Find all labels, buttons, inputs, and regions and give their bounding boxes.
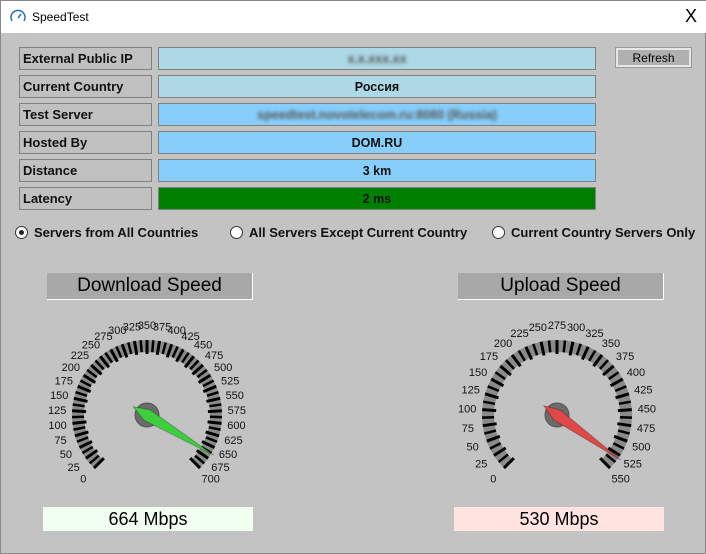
upload-needle — [542, 404, 622, 461]
gauge-tick-label: 225 — [510, 328, 528, 340]
gauge-tick-label: 525 — [221, 376, 239, 388]
gauge-tick — [547, 340, 552, 353]
upload-speed-header: Upload Speed — [458, 273, 664, 300]
download-result: 664 Mbps — [43, 507, 253, 531]
gauge-tick-label: 425 — [634, 385, 652, 397]
info-value: 2 ms — [158, 187, 596, 210]
gauge-tick — [482, 422, 497, 428]
gauge-tick-label: 500 — [214, 362, 232, 374]
gauge-tick — [72, 403, 85, 408]
window-title: SpeedTest — [32, 10, 89, 24]
radio-indicator[interactable] — [492, 226, 505, 239]
info-value-text: DOM.RU — [351, 136, 403, 150]
info-value: 3 km — [158, 159, 596, 182]
title-bar: SpeedTest X — [1, 1, 706, 33]
radio-except-current[interactable]: All Servers Except Current Country — [230, 225, 467, 240]
gauge-tick-label: 600 — [227, 420, 245, 432]
radio-indicator[interactable] — [15, 226, 28, 239]
gauge-tick-label: 150 — [50, 390, 68, 402]
gauge-tick-label: 125 — [461, 385, 479, 397]
download-gauge: 0255075100125150175200225250275300325350… — [48, 320, 246, 486]
gauge-tick — [72, 409, 87, 414]
radio-indicator[interactable] — [230, 226, 243, 239]
gauge-tick — [72, 420, 87, 425]
info-label: External Public IP — [19, 47, 152, 70]
gauge-tick — [209, 403, 222, 408]
speedometer-icon — [10, 9, 26, 22]
gauge-tick-label: 700 — [201, 474, 219, 486]
gauge-tick-label: 0 — [80, 474, 86, 486]
info-value: Россия — [158, 75, 596, 98]
radio-current-only[interactable]: Current Country Servers Only — [492, 225, 695, 240]
gauge-tick-label: 150 — [469, 367, 487, 379]
gauge-tick — [617, 422, 632, 428]
gauge-tick-label: 175 — [55, 376, 73, 388]
gauge-tick — [617, 408, 632, 413]
info-value-text: 3 km — [362, 164, 392, 178]
info-value: speedtest.novotelecom.ru:8080 (Russia) — [158, 103, 596, 126]
info-value-text: x.x.xxx.xx — [347, 52, 407, 66]
gauge-tick-label: 575 — [228, 405, 246, 417]
gauge-tick-label: 675 — [211, 462, 229, 474]
upload-gauge: 0255075100125150175200225250 275 300325350… — [458, 320, 656, 486]
gauge-tick-label: 550 — [226, 390, 244, 402]
info-label: Latency — [19, 187, 152, 210]
gauge-tick-label: 550 — [611, 474, 629, 486]
gauge-tick-label: 25 — [67, 462, 79, 474]
info-value: x.x.xxx.xx — [158, 47, 596, 70]
info-label: Hosted By — [19, 131, 152, 154]
gauge-tick-label: 525 — [624, 459, 642, 471]
gauge-tick — [139, 340, 143, 353]
upload-result: 530 Mbps — [454, 507, 664, 531]
gauge-tick-label: 250 — [529, 322, 547, 334]
gauge-tick — [207, 409, 222, 414]
gauge-tick-label: 100 — [458, 404, 476, 416]
gauge-tick-label: 50 — [60, 449, 72, 461]
gauge-tick-label: 75 — [54, 435, 66, 447]
gauge-tick — [482, 408, 497, 413]
gauge-tick-label: 475 — [637, 423, 655, 435]
gauge-tick-label: 275 — [548, 320, 566, 332]
info-value-text: 2 ms — [362, 192, 392, 206]
download-speed-header: Download Speed — [47, 273, 253, 300]
gauge-tick-label: 300 — [567, 322, 585, 334]
gauge-tick-label: 175 — [480, 351, 498, 363]
gauge-tick-label: 625 — [224, 435, 242, 447]
gauge-tick-label: 25 — [475, 459, 487, 471]
info-label: Distance — [19, 159, 152, 182]
info-label: Test Server — [19, 103, 152, 126]
gauge-tick-label: 650 — [219, 449, 237, 461]
info-label: Current Country — [19, 75, 152, 98]
gauge-tick-label: 400 — [627, 367, 645, 379]
info-value: DOM.RU — [158, 131, 596, 154]
radio-label: Current Country Servers Only — [511, 225, 696, 240]
radio-all-countries[interactable]: Servers from All Countries — [15, 225, 198, 240]
gauge-tick-label: 350 — [602, 338, 620, 350]
gauge-tick-label: 0 — [490, 474, 496, 486]
gauge-tick-label: 500 — [632, 441, 650, 453]
refresh-button[interactable]: Refresh — [615, 47, 692, 68]
radio-label: Servers from All Countries — [34, 225, 199, 240]
gauge-tick-label: 225 — [71, 350, 89, 362]
gauge-tick — [207, 420, 222, 425]
gauge-tick-label: 125 — [48, 405, 66, 417]
gauge-tick — [562, 340, 567, 353]
gauge-tick-label: 50 — [467, 441, 479, 453]
gauge-tick-label: 475 — [205, 350, 223, 362]
gauge-tick-label: 450 — [638, 404, 656, 416]
gauge-tick — [151, 340, 155, 353]
close-button[interactable]: X — [685, 6, 697, 27]
info-value-text: Россия — [354, 80, 400, 94]
download-needle — [132, 405, 215, 456]
info-value-text: speedtest.novotelecom.ru:8080 (Russia) — [257, 108, 497, 122]
gauge-tick-label: 100 — [48, 420, 66, 432]
gauge-tick-label: 200 — [62, 362, 80, 374]
gauge-tick-label: 75 — [462, 423, 474, 435]
gauge-tick-label: 375 — [616, 351, 634, 363]
radio-label: All Servers Except Current Country — [249, 225, 468, 240]
